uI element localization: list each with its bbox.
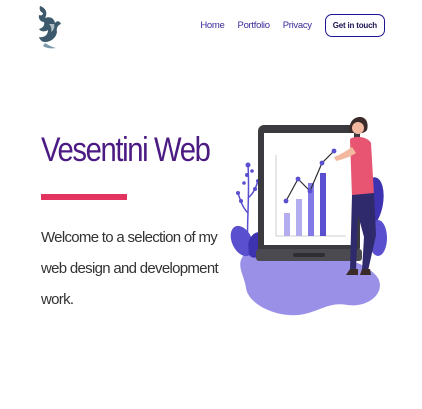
analytics-presentation-illustration — [230, 117, 387, 316]
nav-portfolio-link[interactable]: Portfolio — [238, 20, 270, 31]
main-nav: Home Portfolio Privacy Get in touch — [200, 11, 385, 39]
eagle-logo-icon — [38, 6, 61, 49]
hero-description: Welcome to a selection of my web design … — [41, 229, 219, 308]
nav-home-link[interactable]: Home — [200, 20, 224, 31]
hero-title: Vesentini Web — [41, 131, 211, 169]
chart-bar — [296, 199, 302, 236]
chart-bar — [284, 213, 290, 236]
nav-privacy-link[interactable]: Privacy — [283, 20, 312, 31]
get-in-touch-button[interactable]: Get in touch — [324, 13, 385, 37]
title-underline — [41, 194, 127, 200]
hero-illustration — [228, 103, 398, 318]
chart-bar — [320, 173, 326, 236]
logo[interactable] — [36, 4, 62, 50]
